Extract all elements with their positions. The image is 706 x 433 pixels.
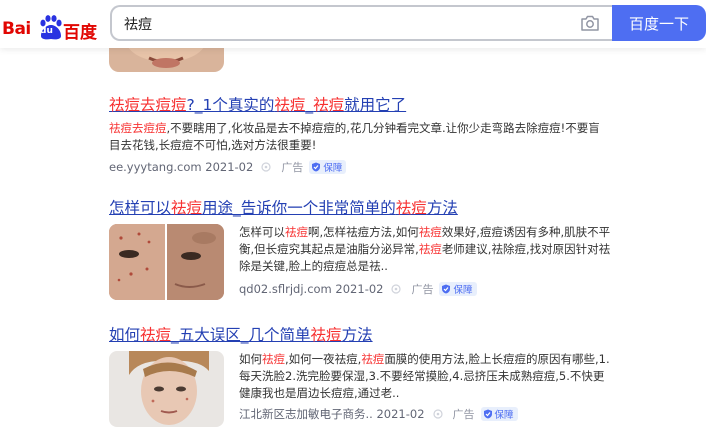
info-circle-icon[interactable] — [432, 409, 443, 419]
shield-check-icon — [442, 284, 451, 294]
result-source[interactable]: 江北新区志加敏电子商务.. — [239, 406, 373, 422]
result-title-link[interactable]: 怎样可以祛痘用途_告诉你一个非常简单的祛痘方法 — [109, 196, 629, 218]
result-meta: 江北新区志加敏电子商务.. 2021-02 广告 保障 — [239, 406, 614, 422]
result-thumbnail[interactable] — [109, 351, 224, 427]
search-result: 如何祛痘_五大误区_几个简单祛痘方法 如何祛痘,如何一夜祛痘,祛痘面膜的使用方法… — [109, 323, 629, 433]
result-source[interactable]: qd02.sflrjdj.com — [239, 282, 332, 296]
search-button[interactable]: 百度一下 — [612, 5, 706, 41]
logo-text-cn: 百度 — [63, 23, 97, 43]
ad-label: 广告 — [411, 283, 434, 296]
shield-check-icon — [483, 409, 492, 419]
result-description: 祛痘去痘痘,不要瞎用了,化妆品是去不掉痘痘的,花几分钟看完文章.让你少走弯路去除… — [109, 121, 600, 152]
result-date: 2021-02 — [205, 160, 254, 174]
search-box — [110, 5, 612, 41]
search-header: Bai du 百度 百度一下 — [0, 0, 706, 48]
search-result: 祛痘去痘痘?_1个真实的祛痘_祛痘就用它了 祛痘去痘痘,不要瞎用了,化妆品是去不… — [109, 93, 629, 175]
search-input[interactable] — [124, 13, 564, 35]
ad-label: 广告 — [452, 408, 475, 421]
result-thumbnail[interactable] — [109, 224, 224, 300]
result-source[interactable]: ee.yyytang.com — [109, 160, 202, 174]
result-meta: qd02.sflrjdj.com 2021-02 广告 保障 — [239, 281, 614, 297]
result-date: 2021-02 — [335, 282, 384, 296]
shield-check-icon — [312, 162, 321, 172]
search-result: 怎样可以祛痘用途_告诉你一个非常简单的祛痘方法 怎样可以祛痘啊,怎样祛痘方法,如… — [109, 196, 629, 306]
guarantee-badge[interactable]: 保障 — [439, 282, 477, 296]
camera-icon[interactable] — [580, 14, 600, 32]
result-title-link[interactable]: 如何祛痘_五大误区_几个简单祛痘方法 — [109, 323, 629, 345]
result-body: 如何祛痘,如何一夜祛痘,祛痘面膜的使用方法,脸上长痘痘的原因有哪些,1.每天洗脸… — [239, 351, 614, 422]
result-date: 2021-02 — [376, 407, 425, 421]
guarantee-badge[interactable]: 保障 — [480, 407, 518, 421]
result-meta: ee.yyytang.com 2021-02 广告 保障 — [109, 159, 629, 175]
info-circle-icon[interactable] — [261, 162, 271, 172]
result-title-link[interactable]: 祛痘去痘痘?_1个真实的祛痘_祛痘就用它了 — [109, 93, 629, 115]
logo-text-du: du — [40, 26, 53, 36]
result-body: 怎样可以祛痘啊,怎样祛痘方法,如何祛痘效果好,痘痘诱因有多种,肌肤不平衡,但长痘… — [239, 224, 614, 297]
result-description: 怎样可以祛痘啊,怎样祛痘方法,如何祛痘效果好,痘痘诱因有多种,肌肤不平衡,但长痘… — [239, 225, 611, 273]
logo-text-bai: Bai — [2, 19, 31, 39]
result-description: 如何祛痘,如何一夜祛痘,祛痘面膜的使用方法,脸上长痘痘的原因有哪些,1.每天洗脸… — [239, 352, 610, 400]
ad-label: 广告 — [281, 161, 304, 174]
baidu-logo[interactable]: Bai du 百度 — [2, 9, 98, 43]
info-circle-icon[interactable] — [391, 284, 402, 294]
guarantee-badge[interactable]: 保障 — [309, 160, 347, 174]
